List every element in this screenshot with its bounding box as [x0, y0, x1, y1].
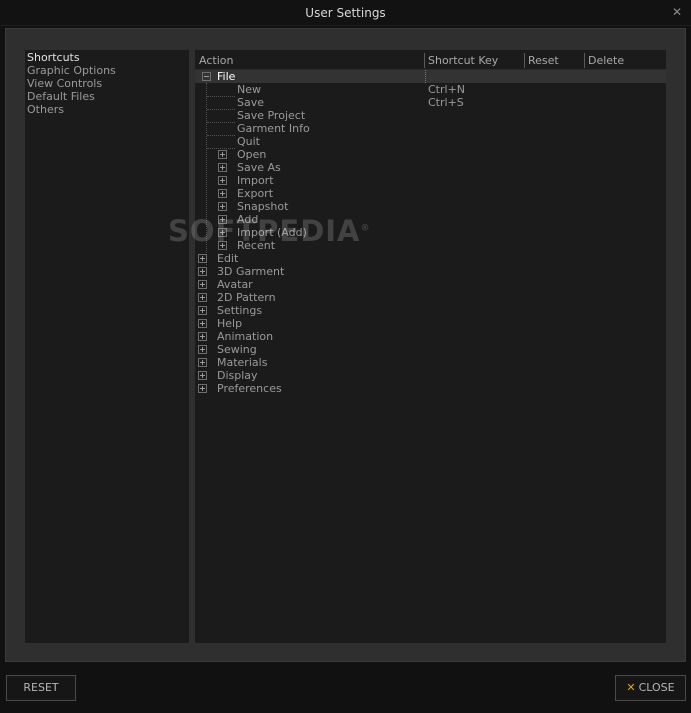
tree-item-quit[interactable]: Quit: [237, 135, 260, 148]
shortcut-value-save[interactable]: Ctrl+S: [428, 96, 464, 109]
close-button-label: CLOSE: [638, 681, 675, 694]
plus-box-icon[interactable]: [198, 319, 207, 328]
column-delete[interactable]: Delete: [588, 53, 624, 68]
category-default-files[interactable]: Default Files: [27, 90, 95, 103]
tree-item-import[interactable]: Import: [237, 174, 274, 187]
tree-item-new[interactable]: New: [237, 83, 261, 96]
tree-item-save-project[interactable]: Save Project: [237, 109, 305, 122]
tree-node-sewing[interactable]: Sewing: [217, 343, 257, 356]
plus-box-icon[interactable]: [218, 163, 227, 172]
plus-box-icon[interactable]: [198, 332, 207, 341]
category-list: Shortcuts Graphic Options View Controls …: [25, 50, 189, 643]
tree-node-settings[interactable]: Settings: [217, 304, 262, 317]
plus-box-icon[interactable]: [218, 176, 227, 185]
plus-box-icon[interactable]: [198, 371, 207, 380]
column-divider[interactable]: [424, 53, 425, 68]
plus-box-icon[interactable]: [218, 150, 227, 159]
tree-item-open[interactable]: Open: [237, 148, 266, 161]
tree-node-2d-pattern[interactable]: 2D Pattern: [217, 291, 276, 304]
tree-item-save[interactable]: Save: [237, 96, 264, 109]
category-shortcuts[interactable]: Shortcuts: [27, 51, 80, 64]
tree-node-avatar[interactable]: Avatar: [217, 278, 253, 291]
tree-item-export[interactable]: Export: [237, 187, 273, 200]
plus-box-icon[interactable]: [218, 202, 227, 211]
window-title: User Settings: [305, 6, 386, 20]
registered-mark: ®: [360, 223, 371, 234]
tree-node-edit[interactable]: Edit: [217, 252, 238, 265]
shortcut-tree-panel: Action Shortcut Key Reset Delete File Ne…: [195, 50, 666, 643]
tree-node-materials[interactable]: Materials: [217, 356, 267, 369]
column-divider[interactable]: [584, 53, 585, 68]
minus-box-icon[interactable]: [202, 72, 211, 81]
tree-node-help[interactable]: Help: [217, 317, 242, 330]
watermark-text: SOFTPEDIA: [168, 214, 361, 248]
tree-node-animation[interactable]: Animation: [217, 330, 273, 343]
category-view-controls[interactable]: View Controls: [27, 77, 102, 90]
plus-box-icon[interactable]: [198, 254, 207, 263]
tree-connector: [207, 109, 235, 111]
plus-box-icon[interactable]: [198, 306, 207, 315]
plus-box-icon[interactable]: [198, 267, 207, 276]
column-divider[interactable]: [524, 53, 525, 68]
close-button[interactable]: ✕ CLOSE: [615, 675, 686, 701]
category-graphic-options[interactable]: Graphic Options: [27, 64, 116, 77]
tree-item-save-as[interactable]: Save As: [237, 161, 281, 174]
plus-box-icon[interactable]: [198, 345, 207, 354]
tree-node-display[interactable]: Display: [217, 369, 258, 382]
column-action[interactable]: Action: [199, 53, 233, 68]
tree-node-3d-garment[interactable]: 3D Garment: [217, 265, 284, 278]
close-icon[interactable]: ✕: [670, 5, 684, 19]
tree-node-preferences[interactable]: Preferences: [217, 382, 282, 395]
plus-box-icon[interactable]: [198, 358, 207, 367]
selected-row-highlight: [195, 70, 666, 83]
column-reset[interactable]: Reset: [528, 53, 559, 68]
tree-connector: [207, 96, 235, 98]
tree-item-snapshot[interactable]: Snapshot: [237, 200, 288, 213]
column-shortcut-key[interactable]: Shortcut Key: [428, 53, 498, 68]
cell-divider: [425, 70, 427, 83]
shortcut-value-new[interactable]: Ctrl+N: [428, 83, 465, 96]
plus-box-icon[interactable]: [198, 280, 207, 289]
title-bar: User Settings ✕: [0, 0, 691, 26]
softpedia-watermark: SOFTPEDIA®: [168, 214, 371, 248]
tree-node-file[interactable]: File: [217, 70, 235, 83]
reset-button[interactable]: RESET: [6, 675, 76, 701]
tree-connector: [207, 135, 235, 137]
x-icon: ✕: [626, 681, 636, 694]
tree-connector: [207, 122, 235, 124]
tree-item-garment-info[interactable]: Garment Info: [237, 122, 310, 135]
category-others[interactable]: Others: [27, 103, 64, 116]
plus-box-icon[interactable]: [198, 293, 207, 302]
plus-box-icon[interactable]: [198, 384, 207, 393]
plus-box-icon[interactable]: [218, 189, 227, 198]
